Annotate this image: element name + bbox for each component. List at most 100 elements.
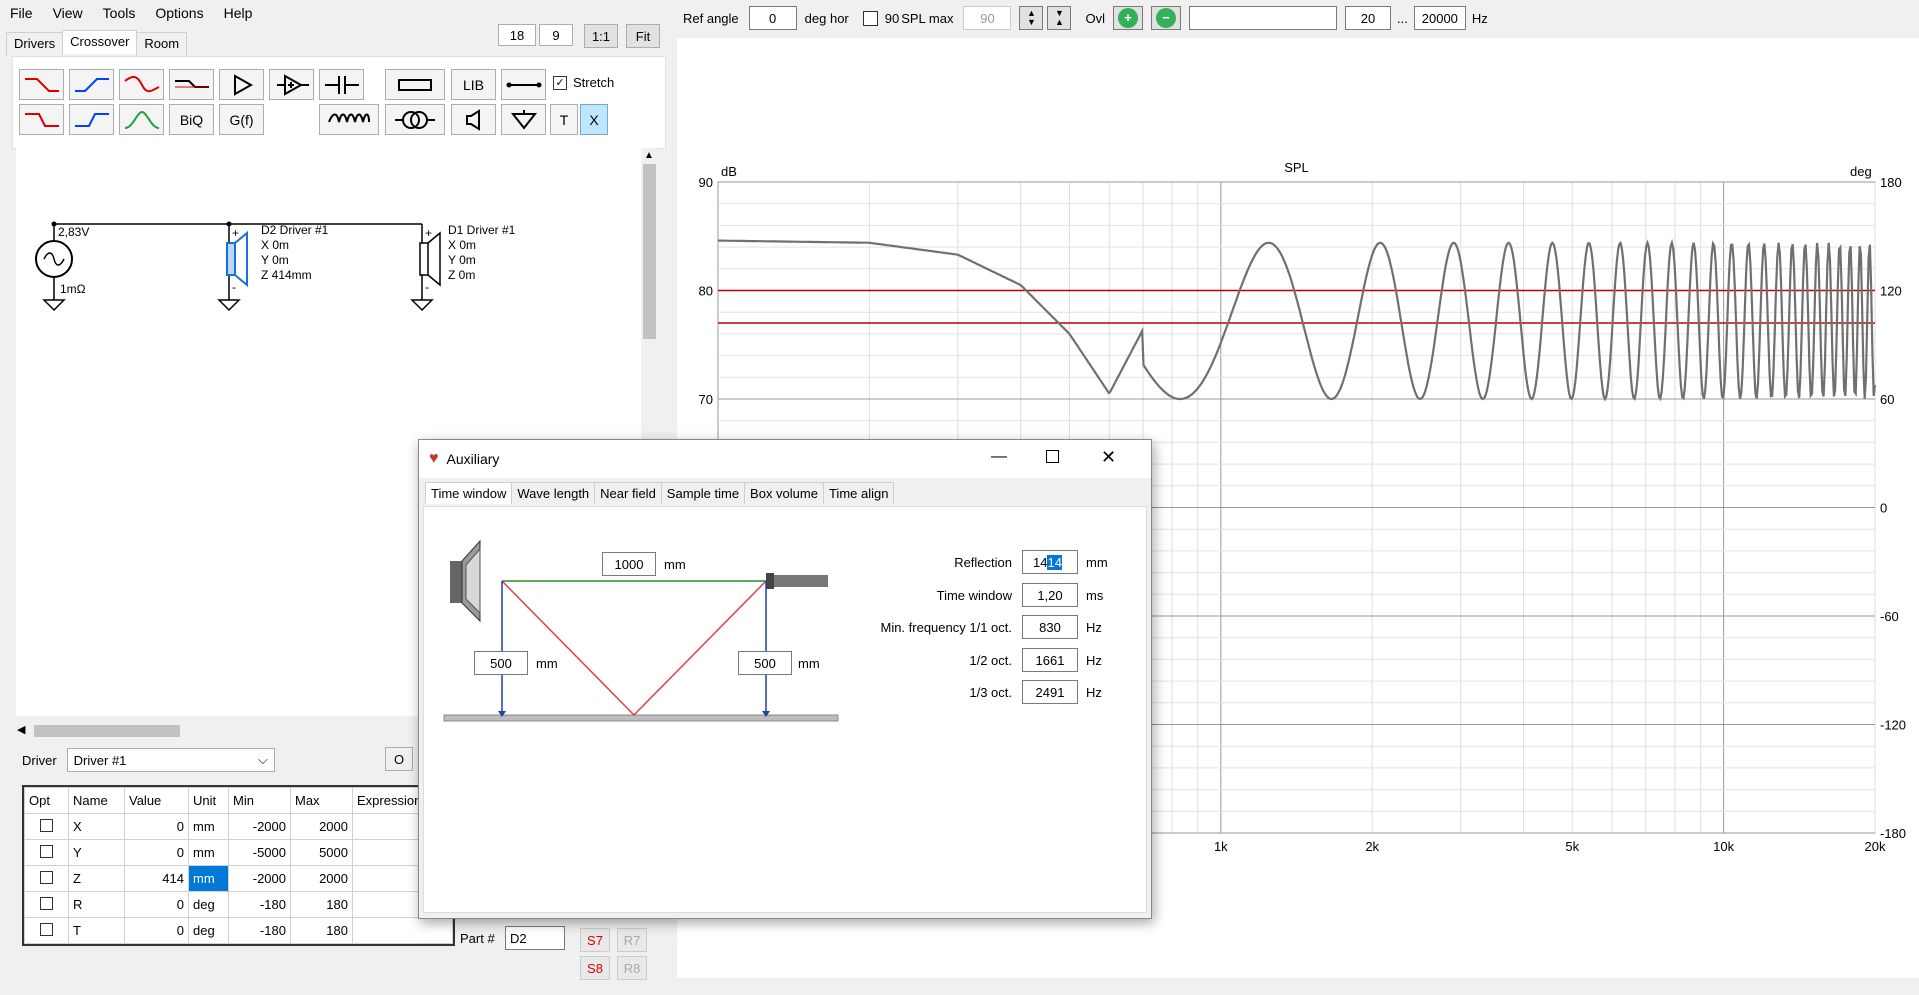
tab-drivers[interactable]: Drivers bbox=[6, 32, 64, 56]
tab-time-window[interactable]: Time window bbox=[425, 482, 513, 504]
tab-wave-length[interactable]: Wave length bbox=[511, 482, 596, 504]
spl-max-checkbox[interactable] bbox=[862, 10, 878, 26]
wire-button[interactable] bbox=[501, 69, 546, 100]
maximize-icon[interactable] bbox=[1046, 450, 1059, 463]
add-overlay-button[interactable]: + bbox=[1112, 6, 1143, 30]
tab-time-align[interactable]: Time align bbox=[822, 482, 895, 504]
menu-options[interactable]: Options bbox=[145, 0, 213, 26]
tab-box-volume[interactable]: Box volume bbox=[744, 482, 824, 504]
slot-r8-button[interactable]: R8 bbox=[617, 956, 647, 980]
slot-s8-button[interactable]: S8 bbox=[580, 956, 610, 980]
freq-min-input[interactable]: 20 bbox=[1344, 6, 1391, 30]
notch-red-button[interactable] bbox=[119, 69, 164, 100]
param-max[interactable]: 180 bbox=[290, 917, 353, 944]
grid-width-input[interactable]: 18 bbox=[498, 24, 536, 46]
stretch-checkbox[interactable]: ✓ Stretch bbox=[553, 75, 614, 90]
slot-r7-button[interactable]: R7 bbox=[617, 928, 647, 952]
param-unit[interactable]: mm bbox=[188, 813, 229, 840]
inductor-button[interactable] bbox=[319, 104, 379, 135]
resistor-button[interactable] bbox=[385, 69, 445, 100]
scroll-up-icon[interactable]: ▲ bbox=[644, 150, 654, 161]
time-window-input[interactable]: 1,20 bbox=[1022, 583, 1078, 607]
highpass-blue-button[interactable] bbox=[69, 69, 114, 100]
slot-s7-button[interactable]: S7 bbox=[580, 928, 610, 952]
param-value[interactable]: 0 bbox=[124, 839, 189, 866]
param-max[interactable]: 5000 bbox=[290, 839, 353, 866]
opt-checkbox[interactable] bbox=[40, 870, 53, 884]
distance-input[interactable]: 1000 bbox=[602, 552, 656, 576]
opt-checkbox[interactable] bbox=[40, 922, 53, 936]
transformer-button[interactable] bbox=[385, 104, 445, 135]
param-value[interactable]: 414 bbox=[124, 865, 189, 892]
param-min[interactable]: -180 bbox=[228, 891, 291, 918]
param-expression[interactable] bbox=[352, 917, 453, 944]
ground-button[interactable] bbox=[501, 104, 546, 135]
remove-overlay-button[interactable]: − bbox=[1150, 6, 1181, 30]
param-max[interactable]: 180 bbox=[290, 891, 353, 918]
hscroll-thumb[interactable] bbox=[34, 725, 180, 737]
amplifier-button[interactable] bbox=[219, 69, 264, 100]
vscroll-thumb[interactable] bbox=[643, 164, 656, 339]
menu-file[interactable]: File bbox=[0, 0, 43, 26]
opamp-button[interactable] bbox=[269, 69, 314, 100]
param-min[interactable]: -2000 bbox=[228, 813, 291, 840]
part-number-input[interactable]: D2 bbox=[505, 926, 565, 950]
zoom-one-to-one-button[interactable]: 1:1 bbox=[584, 24, 618, 48]
overlay-name-input[interactable] bbox=[1188, 6, 1337, 30]
min-freq-input[interactable]: 830 bbox=[1022, 615, 1078, 639]
capacitor-button[interactable] bbox=[319, 69, 364, 100]
highpass-blue2-button[interactable] bbox=[69, 104, 114, 135]
library-button[interactable]: LIB bbox=[451, 69, 496, 100]
param-unit[interactable]: deg bbox=[188, 917, 229, 944]
reflection-input[interactable]: 14 14 bbox=[1022, 550, 1078, 574]
driver1-info[interactable]: D1 Driver #1 X 0m Y 0m Z 0m bbox=[448, 223, 515, 283]
tab-crossover[interactable]: Crossover bbox=[62, 30, 138, 54]
shelf-button[interactable] bbox=[169, 69, 214, 100]
o-button[interactable]: O bbox=[385, 747, 413, 771]
driver2-info[interactable]: D2 Driver #1 X 0m Y 0m Z 414mm bbox=[261, 223, 328, 283]
collapse-button[interactable]: ▼ ▲ bbox=[1047, 6, 1072, 30]
freq-max-input[interactable]: 20000 bbox=[1413, 6, 1466, 30]
param-max[interactable]: 2000 bbox=[290, 813, 353, 840]
height-left-input[interactable]: 500 bbox=[474, 651, 528, 675]
param-value[interactable]: 0 bbox=[124, 891, 189, 918]
zoom-fit-button[interactable]: Fit bbox=[626, 24, 660, 48]
param-unit[interactable]: mm bbox=[188, 839, 229, 866]
param-min[interactable]: -2000 bbox=[228, 865, 291, 892]
opt-checkbox[interactable] bbox=[40, 844, 53, 858]
half-oct-input[interactable]: 1661 bbox=[1022, 648, 1078, 672]
opt-checkbox[interactable] bbox=[40, 896, 53, 910]
close-icon[interactable]: ✕ bbox=[1101, 447, 1116, 468]
minimize-icon[interactable]: — bbox=[991, 448, 1007, 466]
height-right-input[interactable]: 500 bbox=[738, 651, 792, 675]
tab-near-field[interactable]: Near field bbox=[594, 482, 662, 504]
bandpass-green-button[interactable] bbox=[119, 104, 164, 135]
param-min[interactable]: -180 bbox=[228, 917, 291, 944]
param-value[interactable]: 0 bbox=[124, 813, 189, 840]
transfer-function-button[interactable]: G(f) bbox=[219, 104, 264, 135]
spl-max-input[interactable]: 90 bbox=[963, 6, 1012, 30]
lowpass-red2-button[interactable] bbox=[19, 104, 64, 135]
lowpass-red-button[interactable] bbox=[19, 69, 64, 100]
cross-button[interactable]: X bbox=[580, 104, 608, 135]
opt-checkbox[interactable] bbox=[40, 818, 53, 832]
scroll-left-icon[interactable]: ◀ bbox=[17, 723, 25, 736]
param-unit[interactable]: deg bbox=[188, 891, 229, 918]
param-min[interactable]: -5000 bbox=[228, 839, 291, 866]
schematic-hscroll[interactable]: ◀ bbox=[14, 722, 414, 739]
biquad-button[interactable]: BiQ bbox=[169, 104, 214, 135]
param-max[interactable]: 2000 bbox=[290, 865, 353, 892]
param-unit[interactable]: mm bbox=[188, 865, 229, 892]
tab-room[interactable]: Room bbox=[136, 32, 188, 56]
driver-dropdown[interactable]: Driver #1 ⌵ bbox=[66, 748, 275, 772]
text-button[interactable]: T bbox=[550, 104, 578, 135]
tab-sample-time[interactable]: Sample time bbox=[660, 482, 746, 504]
menu-view[interactable]: View bbox=[43, 0, 93, 26]
spin-up-down-button[interactable]: ▲ ▼ bbox=[1019, 6, 1044, 30]
menu-tools[interactable]: Tools bbox=[93, 0, 146, 26]
param-value[interactable]: 0 bbox=[124, 917, 189, 944]
menu-help[interactable]: Help bbox=[214, 0, 263, 26]
grid-height-input[interactable]: 9 bbox=[539, 24, 573, 46]
speaker-button[interactable] bbox=[451, 104, 496, 135]
third-oct-input[interactable]: 2491 bbox=[1022, 680, 1078, 704]
